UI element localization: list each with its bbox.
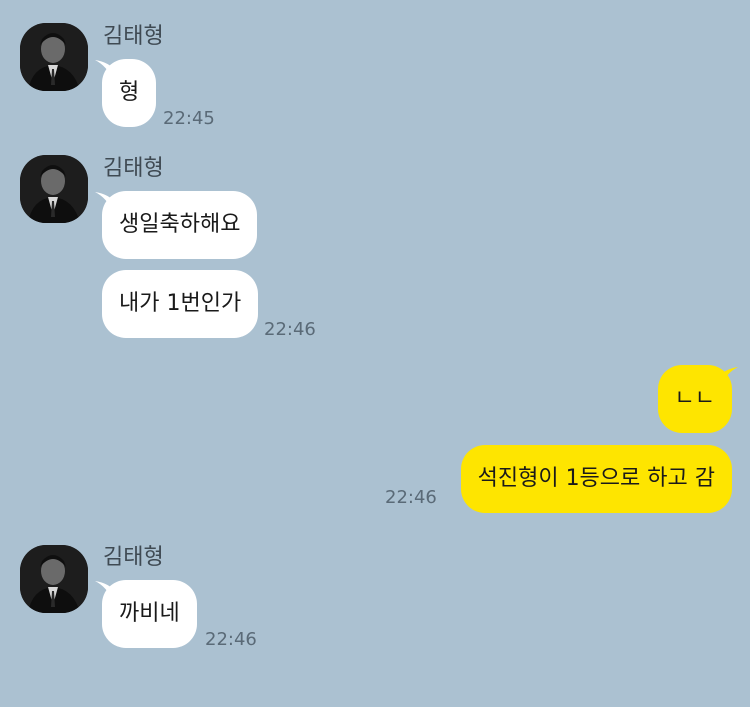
message-bubble[interactable]: ㄴㄴ bbox=[657, 365, 732, 433]
avatar-photo-icon bbox=[20, 23, 88, 91]
message-timestamp: 22:46 bbox=[264, 319, 316, 340]
message-bubble[interactable]: 내가 1번인가 bbox=[102, 270, 259, 338]
message-bubble[interactable]: 생일축하해요 bbox=[102, 191, 258, 259]
sender-name: 김태형 bbox=[103, 24, 164, 49]
sender-avatar[interactable] bbox=[20, 23, 88, 91]
message-bubble[interactable]: 석진형이 1등으로 하고 감 bbox=[460, 445, 732, 513]
message-timestamp: 22:46 bbox=[205, 629, 257, 650]
avatar-photo-icon bbox=[20, 545, 88, 613]
message-timestamp: 22:45 bbox=[163, 108, 215, 129]
message-bubble[interactable]: 까비네 bbox=[102, 580, 197, 648]
sender-name: 김태형 bbox=[103, 156, 164, 181]
message-bubble[interactable]: 형 bbox=[102, 59, 157, 127]
sender-name: 김태형 bbox=[103, 545, 164, 570]
sender-avatar[interactable] bbox=[20, 545, 88, 613]
avatar-photo-icon bbox=[20, 155, 88, 223]
message-timestamp: 22:46 bbox=[385, 487, 437, 508]
sender-avatar[interactable] bbox=[20, 155, 88, 223]
